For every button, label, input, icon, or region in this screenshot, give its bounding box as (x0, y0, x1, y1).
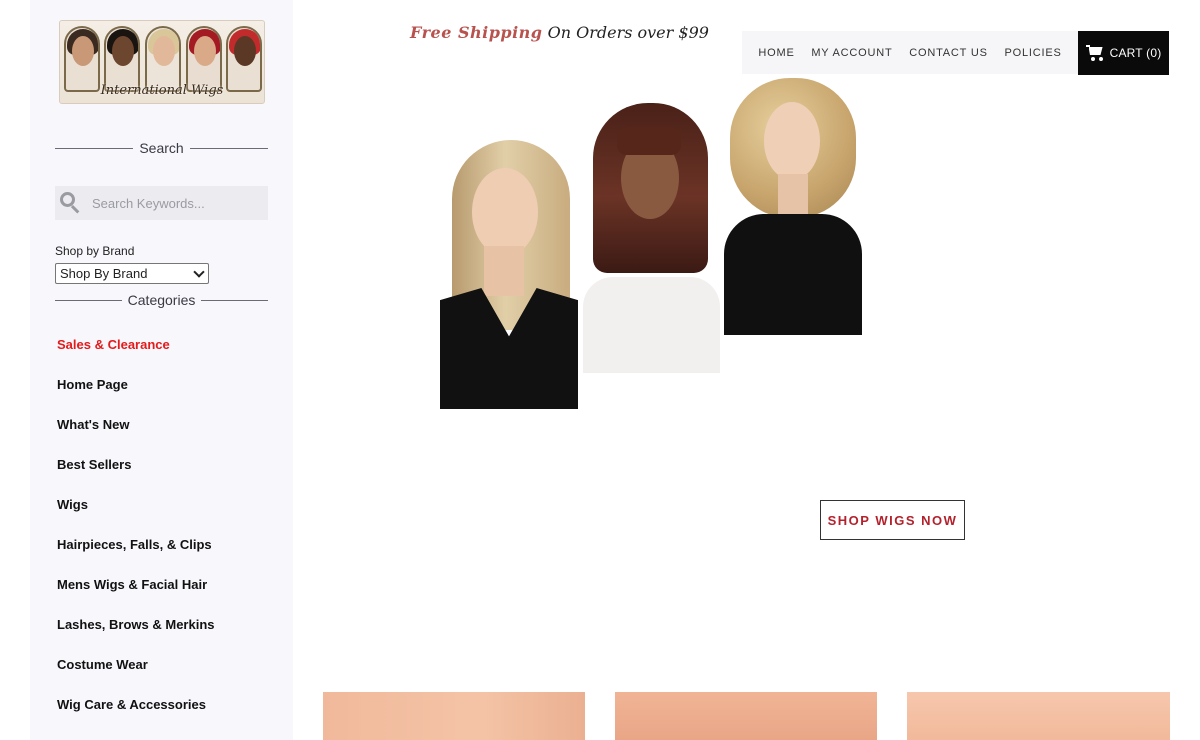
hero-photo-blonde[interactable] (440, 138, 578, 409)
search-heading: Search (55, 138, 269, 158)
search-input[interactable] (92, 187, 268, 219)
cart-icon (1085, 45, 1104, 61)
category-mens-wigs[interactable]: Mens Wigs & Facial Hair (57, 575, 215, 615)
promo-rest: On Orders over $99 (547, 23, 709, 42)
chevron-down-icon (193, 266, 205, 278)
free-shipping-banner: Free Shipping On Orders over $99 (410, 23, 709, 42)
shop-by-brand-label: Shop by Brand (55, 244, 135, 258)
category-tile[interactable] (323, 692, 585, 740)
category-best-sellers[interactable]: Best Sellers (57, 455, 215, 495)
search-box (55, 186, 268, 220)
category-whats-new[interactable]: What's New (57, 415, 215, 455)
shop-wigs-now-button[interactable]: SHOP WIGS NOW (820, 500, 965, 540)
logo-script: International Wigs (100, 83, 224, 98)
category-wig-care[interactable]: Wig Care & Accessories (57, 695, 215, 735)
hero-photo-curly[interactable] (724, 76, 862, 335)
nav-policies[interactable]: POLICIES (1004, 47, 1061, 59)
category-wigs[interactable]: Wigs (57, 495, 215, 535)
sidebar: International Wigs Search Shop by Brand … (30, 0, 293, 740)
promo-highlight: Free Shipping (410, 23, 543, 42)
category-home-page[interactable]: Home Page (57, 375, 215, 415)
categories-heading: Categories (55, 290, 269, 310)
nav-home[interactable]: HOME (758, 47, 794, 59)
search-icon[interactable] (60, 192, 80, 214)
brand-select[interactable]: Shop By Brand (55, 263, 209, 284)
category-hairpieces[interactable]: Hairpieces, Falls, & Clips (57, 535, 215, 575)
nav-my-account[interactable]: MY ACCOUNT (811, 47, 892, 59)
category-list: Sales & Clearance Home Page What's New B… (57, 335, 215, 735)
category-lashes-brows[interactable]: Lashes, Brows & Merkins (57, 615, 215, 655)
hero-photo-bob[interactable] (583, 97, 720, 373)
category-tile[interactable] (907, 692, 1170, 740)
nav-contact-us[interactable]: CONTACT US (909, 47, 988, 59)
category-tile[interactable] (615, 692, 877, 740)
site-logo[interactable]: International Wigs (59, 20, 265, 104)
top-nav: HOME MY ACCOUNT CONTACT US POLICIES (742, 31, 1078, 74)
brand-select-value: Shop By Brand (60, 266, 148, 281)
cart-button[interactable]: CART (0) (1078, 31, 1169, 75)
cart-label: CART (0) (1109, 46, 1162, 60)
category-sales-clearance[interactable]: Sales & Clearance (57, 335, 215, 375)
category-costume-wear[interactable]: Costume Wear (57, 655, 215, 695)
